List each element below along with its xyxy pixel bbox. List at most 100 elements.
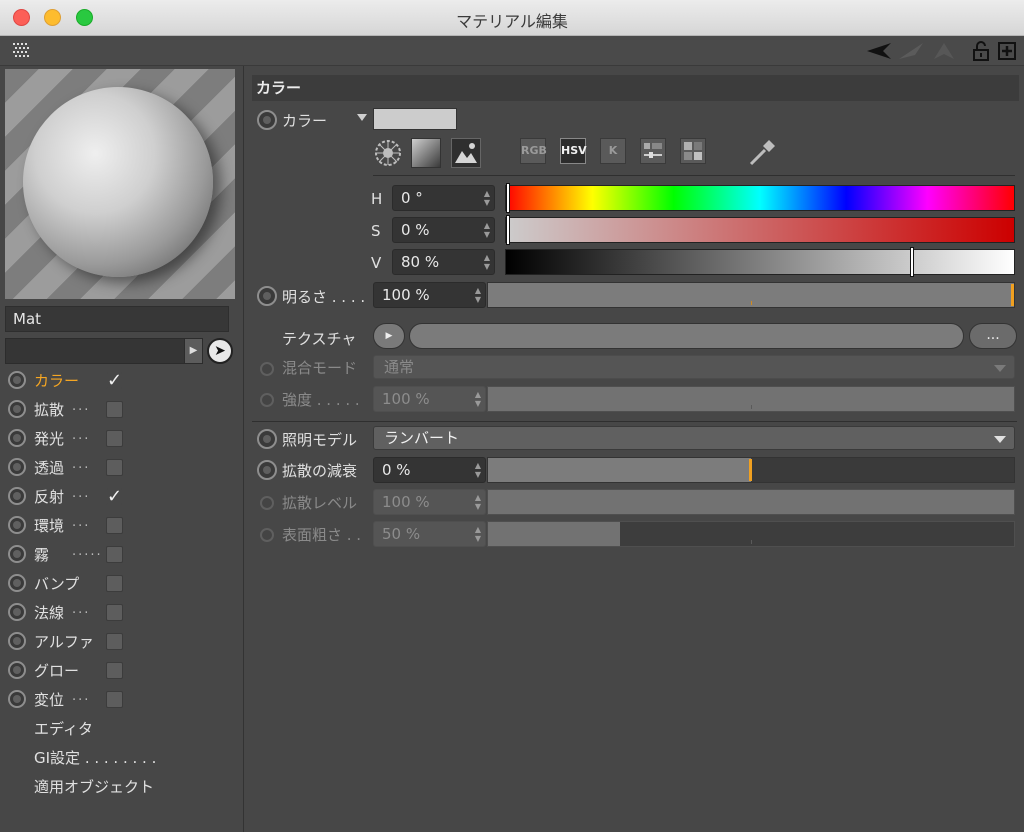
blend-mode-dropdown[interactable]: 通常	[373, 355, 1015, 379]
channel-radio[interactable]	[8, 574, 26, 592]
material-preview[interactable]	[5, 69, 235, 299]
channel-radio[interactable]	[8, 690, 26, 708]
image-picker-icon[interactable]	[451, 138, 481, 168]
brightness-animate-radio[interactable]	[257, 286, 277, 306]
brightness-field[interactable]: 100 % ▲ ▼	[373, 282, 486, 308]
channel-checkbox[interactable]	[106, 662, 123, 679]
diffuse-falloff-radio[interactable]	[257, 460, 277, 480]
channel-label: アルファ	[34, 633, 94, 651]
value-field[interactable]: 80 % ▲ ▼	[392, 249, 495, 275]
channel-checkbox[interactable]	[106, 691, 123, 708]
value-slider[interactable]	[505, 247, 1015, 277]
brightness-slider[interactable]	[487, 282, 1015, 308]
hue-slider[interactable]	[505, 183, 1015, 213]
channel-radio[interactable]	[8, 545, 26, 563]
channel-item[interactable]: 霧.....	[6, 541, 242, 568]
channel-checkbox[interactable]	[106, 604, 123, 621]
channel-checkbox[interactable]	[106, 430, 123, 447]
color-expand-triangle-icon[interactable]	[357, 114, 367, 121]
hue-field[interactable]: 0 ° ▲ ▼	[392, 185, 495, 211]
channel-radio[interactable]	[8, 371, 26, 389]
diffuse-falloff-field[interactable]: 0 % ▲ ▼	[373, 457, 486, 483]
channel-radio[interactable]	[8, 661, 26, 679]
channel-radio[interactable]	[8, 487, 26, 505]
hue-slider-handle[interactable]	[506, 183, 510, 213]
channel-item[interactable]: バンプ	[6, 570, 242, 597]
settings-item[interactable]: エディタ	[6, 715, 242, 742]
channel-checkbox[interactable]	[106, 459, 123, 476]
cursor-pick-icon[interactable]: ➤	[207, 338, 233, 364]
value-slider-handle[interactable]	[910, 247, 915, 277]
channel-item[interactable]: 透過...	[6, 454, 242, 481]
channel-checkbox[interactable]	[106, 517, 123, 534]
channel-item[interactable]: 法線...	[6, 599, 242, 626]
mode-rgb-button[interactable]: RGB	[520, 138, 547, 164]
channel-radio[interactable]	[8, 458, 26, 476]
texture-play-icon[interactable]: ▶	[373, 323, 405, 349]
settings-item[interactable]: 適用オブジェクト	[6, 773, 242, 800]
lighting-model-radio[interactable]	[257, 429, 277, 449]
strength-value: 100 %	[382, 390, 430, 408]
diffuse-level-label: 拡散レベル	[282, 494, 358, 512]
blend-mode-radio[interactable]	[260, 362, 274, 376]
color-animate-radio[interactable]	[257, 110, 277, 130]
channel-item[interactable]: 反射... ✓	[6, 483, 242, 510]
material-search-field[interactable]: ▶	[5, 338, 203, 364]
channel-item[interactable]: アルファ	[6, 628, 242, 655]
mode-hsv-button[interactable]: HSV	[560, 138, 587, 164]
eyedropper-icon[interactable]	[745, 136, 779, 168]
brightness-slider-handle[interactable]	[1011, 284, 1014, 306]
color-wheel-icon[interactable]	[373, 138, 403, 168]
channel-checkbox[interactable]: ✓	[106, 372, 123, 390]
diffuse-level-slider[interactable]	[487, 489, 1015, 515]
channel-item[interactable]: グロー	[6, 657, 242, 684]
channel-item[interactable]: 発光...	[6, 425, 242, 452]
strength-field[interactable]: 100 % ▲ ▼	[373, 386, 486, 412]
diffuse-falloff-slider[interactable]	[487, 457, 1015, 483]
channel-checkbox[interactable]	[106, 546, 123, 563]
channel-radio[interactable]	[8, 516, 26, 534]
channel-radio[interactable]	[8, 632, 26, 650]
lighting-model-dropdown[interactable]: ランバート	[373, 426, 1015, 450]
roughness-radio[interactable]	[260, 528, 274, 542]
spectrum-icon[interactable]	[411, 138, 441, 168]
arrow-left-icon[interactable]	[864, 36, 894, 66]
plus-box-icon[interactable]	[996, 36, 1018, 66]
channel-item[interactable]: 環境...	[6, 512, 242, 539]
arrow-up-right-icon[interactable]	[896, 36, 926, 66]
channel-radio[interactable]	[8, 400, 26, 418]
play-icon[interactable]: ▶	[184, 339, 202, 363]
diffuse-level-field[interactable]: 100 % ▲ ▼	[373, 489, 486, 515]
lock-icon[interactable]	[970, 36, 992, 66]
texture-more-button[interactable]: ...	[969, 323, 1017, 349]
roughness-field[interactable]: 50 % ▲ ▼	[373, 521, 486, 547]
channel-checkbox[interactable]	[106, 401, 123, 418]
saturation-slider[interactable]	[505, 215, 1015, 245]
grid-icon[interactable]	[10, 36, 32, 66]
material-name-field[interactable]: Mat	[5, 306, 229, 332]
channel-checkbox[interactable]	[106, 633, 123, 650]
channel-radio[interactable]	[8, 429, 26, 447]
saturation-field[interactable]: 0 % ▲ ▼	[392, 217, 495, 243]
mode-kelvin-button[interactable]: K	[600, 138, 626, 164]
color-swatch[interactable]	[373, 108, 457, 130]
channel-item[interactable]: カラー ✓	[6, 367, 242, 394]
diffuse-level-radio[interactable]	[260, 496, 274, 510]
settings-item[interactable]: GI設定 . . . . . . . .	[6, 744, 242, 771]
mixer-icon[interactable]	[640, 138, 666, 164]
swatches-icon[interactable]	[680, 138, 706, 164]
channel-checkbox[interactable]	[106, 575, 123, 592]
channel-item[interactable]: 変位...	[6, 686, 242, 713]
channel-checkbox[interactable]: ✓	[106, 488, 123, 506]
channel-item[interactable]: 拡散...	[6, 396, 242, 423]
arrow-up-icon[interactable]	[930, 36, 958, 66]
saturation-slider-handle[interactable]	[506, 215, 510, 245]
strength-radio[interactable]	[260, 393, 274, 407]
strength-slider[interactable]	[487, 386, 1015, 412]
texture-slot[interactable]	[409, 323, 964, 349]
diffuse-falloff-slider-handle[interactable]	[749, 459, 752, 481]
settings-item-label: エディタ	[34, 720, 93, 738]
roughness-label: 表面粗さ . .	[282, 526, 362, 544]
channel-radio[interactable]	[8, 603, 26, 621]
roughness-slider[interactable]	[487, 521, 1015, 547]
